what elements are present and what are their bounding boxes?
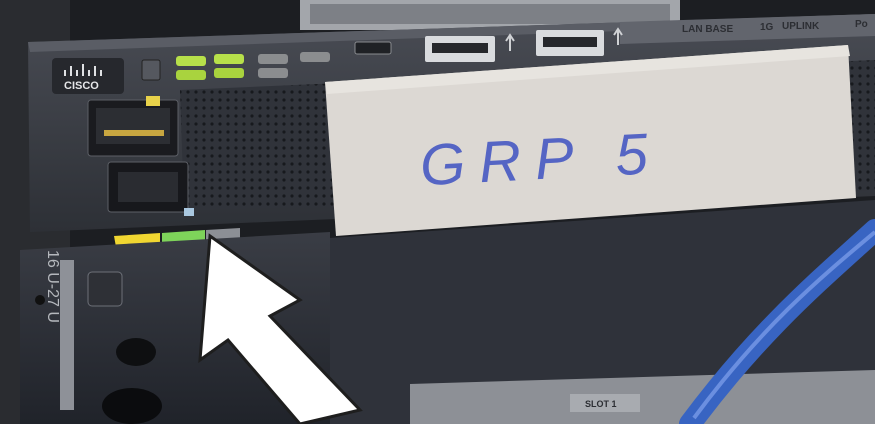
bracket-socket	[87, 271, 123, 307]
rack-ear	[60, 260, 74, 410]
rack-screw-hole	[35, 295, 45, 305]
photo-scene: GRP 5 CISCO LAN BASE 1G UPLINK Po SLOT 1…	[0, 0, 875, 424]
label-card-text: GRP 5	[418, 121, 663, 199]
led-xpss	[176, 70, 206, 80]
led-poe	[300, 52, 330, 62]
console-led	[184, 208, 194, 216]
port-status-led	[146, 96, 160, 106]
led-dplx	[214, 68, 244, 78]
top-strip-label-3: UPLINK	[782, 21, 820, 32]
mode-button[interactable]	[141, 59, 161, 81]
mini-usb-port[interactable]	[354, 41, 392, 55]
slot-label: SLOT 1	[585, 399, 617, 409]
top-strip-label-4: Po	[855, 19, 868, 30]
led-syst	[176, 56, 206, 66]
led-stat	[214, 54, 244, 64]
led-spd	[258, 54, 288, 64]
top-strip-label-2: 1G	[760, 22, 774, 33]
cable-clip	[116, 338, 156, 366]
brand-logo-text: CISCO	[64, 80, 99, 92]
led-mode	[258, 68, 288, 78]
rack-unit-label: 16 U-27 U	[44, 250, 61, 323]
top-strip-label-1: LAN BASE	[682, 24, 733, 35]
switch-photo: GRP 5 CISCO LAN BASE 1G UPLINK Po SLOT 1…	[0, 0, 875, 424]
